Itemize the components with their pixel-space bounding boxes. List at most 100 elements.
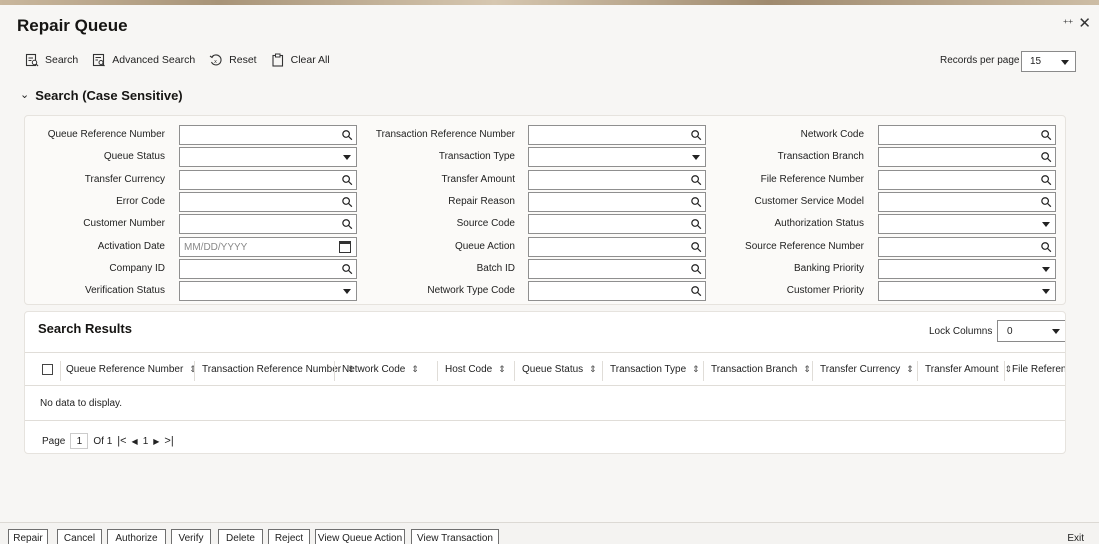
sort-icon[interactable]: ⇕ [906, 364, 914, 374]
page-number-input[interactable]: 1 [70, 433, 89, 449]
column-separator [514, 361, 515, 381]
activation-date-field[interactable]: MM/DD/YYYY [179, 236, 357, 257]
queue-reference-number-field[interactable]: ⚲ [179, 125, 357, 145]
search-icon[interactable]: ⚲ [1037, 148, 1056, 167]
search-icon[interactable]: ⚲ [1037, 126, 1056, 145]
last-page-icon[interactable]: >| [164, 435, 173, 447]
sort-icon[interactable]: ⇕ [692, 364, 700, 374]
window-controls: ⁺⁺ ✕ [1063, 16, 1091, 32]
column-header-transaction-branch[interactable]: Transaction Branch ⇕ [711, 364, 811, 375]
transaction-reference-number-label: Transaction Reference Number [375, 129, 515, 140]
queue-action-label: Queue Action [454, 240, 515, 252]
exit-button[interactable]: Exit [1067, 533, 1084, 544]
sort-icon[interactable]: ⇕ [803, 364, 811, 374]
activation-date-label: Activation Date [97, 240, 165, 252]
page-of-label: Of 1 [93, 435, 113, 447]
authorize-button[interactable]: Authorize [107, 529, 166, 544]
view-queue-action-button[interactable]: View Queue Action [315, 529, 405, 544]
search-icon[interactable]: ⚲ [1037, 170, 1056, 189]
view-transaction-button[interactable]: View Transaction [411, 529, 499, 544]
column-header-transaction-type[interactable]: Transaction Type ⇕ [610, 364, 700, 375]
prev-page-icon[interactable]: ◀ [132, 437, 138, 446]
network-code-field[interactable]: ⚲ [878, 125, 1056, 145]
clear-all-button-label: Clear All [290, 54, 330, 66]
search-results-panel: Search Results Lock Columns 0 Queue Refe… [24, 311, 1066, 454]
column-header-queue-reference-number[interactable]: Queue Reference Number⇕ [66, 364, 197, 375]
results-table-header: Queue Reference Number⇕ Transaction Refer… [25, 352, 1065, 386]
sort-icon[interactable]: ⇕ [589, 364, 597, 374]
search-icon[interactable]: ⚲ [1037, 193, 1056, 212]
customer-number-label: Customer Number [83, 218, 165, 230]
error-code-label: Error Code [116, 195, 165, 207]
close-icon[interactable]: ✕ [1078, 16, 1091, 32]
column-header-file-reference[interactable]: File Reference [1012, 364, 1065, 375]
search-button[interactable]: Search [25, 53, 78, 67]
reject-button[interactable]: Reject [268, 529, 310, 544]
records-per-page-select[interactable]: 15 [1021, 51, 1076, 72]
source-reference-number-field[interactable]: ⚲ [878, 236, 1056, 257]
search-section-toggle[interactable]: ⌄ Search (Case Sensitive) [20, 88, 183, 103]
column-header-label: Host Code [445, 364, 493, 375]
queue-reference-number-label: Queue Reference Number [47, 129, 165, 140]
activation-date-placeholder: MM/DD/YYYY [184, 241, 248, 253]
queue-action-field[interactable]: ⚲ [528, 236, 706, 257]
select-all-checkbox[interactable] [42, 364, 53, 375]
file-reference-number-field[interactable]: ⚲ [878, 169, 1056, 190]
column-header-label: Transfer Amount [925, 364, 999, 375]
source-reference-number-label: Source Reference Number [745, 240, 864, 252]
column-header-network-code[interactable]: Network Code ⇕ [342, 364, 419, 375]
sort-icon[interactable]: ⇕ [411, 364, 419, 374]
search-doc-icon [25, 53, 39, 67]
repair-button[interactable]: Repair [8, 529, 48, 544]
network-type-code-label: Network Type Code [427, 285, 515, 297]
repair-reason-field[interactable]: ⚲ [528, 191, 706, 212]
search-results-title: Search Results [38, 321, 132, 336]
advanced-search-button[interactable]: Advanced Search [92, 53, 195, 67]
transaction-reference-number-field[interactable]: ⚲ [528, 125, 706, 145]
column-header-transfer-amount[interactable]: Transfer Amount ⇕ [925, 364, 1012, 375]
lock-columns-select[interactable]: 0 [997, 320, 1065, 342]
sort-icon[interactable]: ⇕ [498, 364, 506, 374]
chevron-down-icon: ⌄ [20, 89, 30, 101]
cancel-button[interactable]: Cancel [57, 529, 102, 544]
column-header-transfer-currency[interactable]: Transfer Currency ⇕ [820, 364, 914, 375]
column-header-queue-status[interactable]: Queue Status ⇕ [522, 364, 597, 375]
sort-icon[interactable]: ⇕ [1005, 364, 1013, 374]
authorization-status-select[interactable] [878, 214, 1056, 235]
banking-priority-select[interactable] [878, 258, 1056, 279]
transfer-amount-field[interactable]: ⚲ [528, 169, 706, 190]
column-header-label: Queue Status [522, 364, 584, 375]
transaction-type-select[interactable] [528, 147, 706, 168]
chevron-down-icon [1042, 222, 1050, 228]
company-id-field[interactable]: ⚲ [179, 258, 357, 279]
column-separator [334, 361, 335, 381]
search-icon[interactable]: ⚲ [1037, 237, 1056, 256]
column-header-label: Transaction Type [610, 364, 687, 375]
transaction-branch-field[interactable]: ⚲ [878, 147, 1056, 168]
records-per-page-value: 15 [1030, 56, 1042, 67]
column-header-transaction-reference-number[interactable]: Transaction Reference Number ⇕ [202, 364, 355, 375]
clear-all-button[interactable]: Clear All [271, 53, 330, 67]
source-code-label: Source Code [456, 218, 515, 230]
first-page-icon[interactable]: |< [117, 435, 126, 447]
delete-button[interactable]: Delete [218, 529, 263, 544]
batch-id-field[interactable]: ⚲ [528, 258, 706, 279]
lock-columns-label: Lock Columns [929, 326, 993, 337]
queue-status-select[interactable] [179, 147, 357, 168]
next-page-icon[interactable]: ▶ [153, 437, 159, 446]
customer-service-model-field[interactable]: ⚲ [878, 191, 1056, 212]
network-type-code-field[interactable]: ⚲ [528, 281, 706, 302]
reset-button[interactable]: x Reset [209, 53, 257, 67]
verification-status-select[interactable] [179, 281, 357, 302]
transfer-currency-field[interactable]: ⚲ [179, 169, 357, 190]
error-code-field[interactable]: ⚲ [179, 191, 357, 212]
customer-number-field[interactable]: ⚲ [179, 214, 357, 235]
customer-priority-select[interactable] [878, 281, 1056, 302]
customer-service-model-label: Customer Service Model [754, 195, 864, 207]
column-header-host-code[interactable]: Host Code ⇕ [445, 364, 506, 375]
source-code-field[interactable]: ⚲ [528, 214, 706, 235]
toolbar: Search Advanced Search x Reset Clear All [25, 53, 330, 67]
transaction-type-label: Transaction Type [438, 151, 515, 163]
verify-button[interactable]: Verify [171, 529, 211, 544]
minimize-icon[interactable]: ⁺⁺ [1063, 16, 1074, 32]
